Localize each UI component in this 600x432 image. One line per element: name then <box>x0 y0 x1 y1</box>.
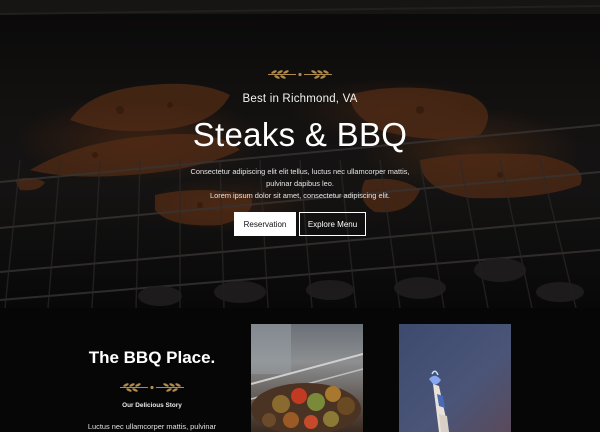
reservation-button[interactable]: Reservation <box>234 212 296 236</box>
story-label: Our Delicious Story <box>122 402 182 409</box>
hero-section: Best in Richmond, VA Steaks & BBQ Consec… <box>0 0 600 308</box>
hero-subtitle: Best in Richmond, VA <box>242 93 358 105</box>
skewer-food-photo <box>251 324 363 432</box>
torch-photo <box>399 324 511 432</box>
wheat-laurel-icon <box>120 383 184 392</box>
wheat-laurel-icon <box>268 70 332 79</box>
hero-description-line: pulvinar dapibus leo. <box>266 179 334 188</box>
hero-overlay <box>0 0 600 308</box>
about-title: The BBQ Place. <box>88 348 216 367</box>
explore-menu-button[interactable]: Explore Menu <box>299 212 366 236</box>
hero-description-line: Consectetur adipiscing elit elit tellus,… <box>190 167 410 176</box>
hero-description: Consectetur adipiscing elit elit tellus,… <box>150 166 450 202</box>
hero-title: Steaks & BBQ <box>192 116 408 153</box>
hero-description-line: Lorem ipsum dolor sit amet, consectetur … <box>210 191 390 200</box>
about-text: Luctus nec ullamcorper mattis, pulvinar <box>87 422 217 431</box>
about-section: The BBQ Place. Our Delicious Story Luctu… <box>0 308 600 432</box>
